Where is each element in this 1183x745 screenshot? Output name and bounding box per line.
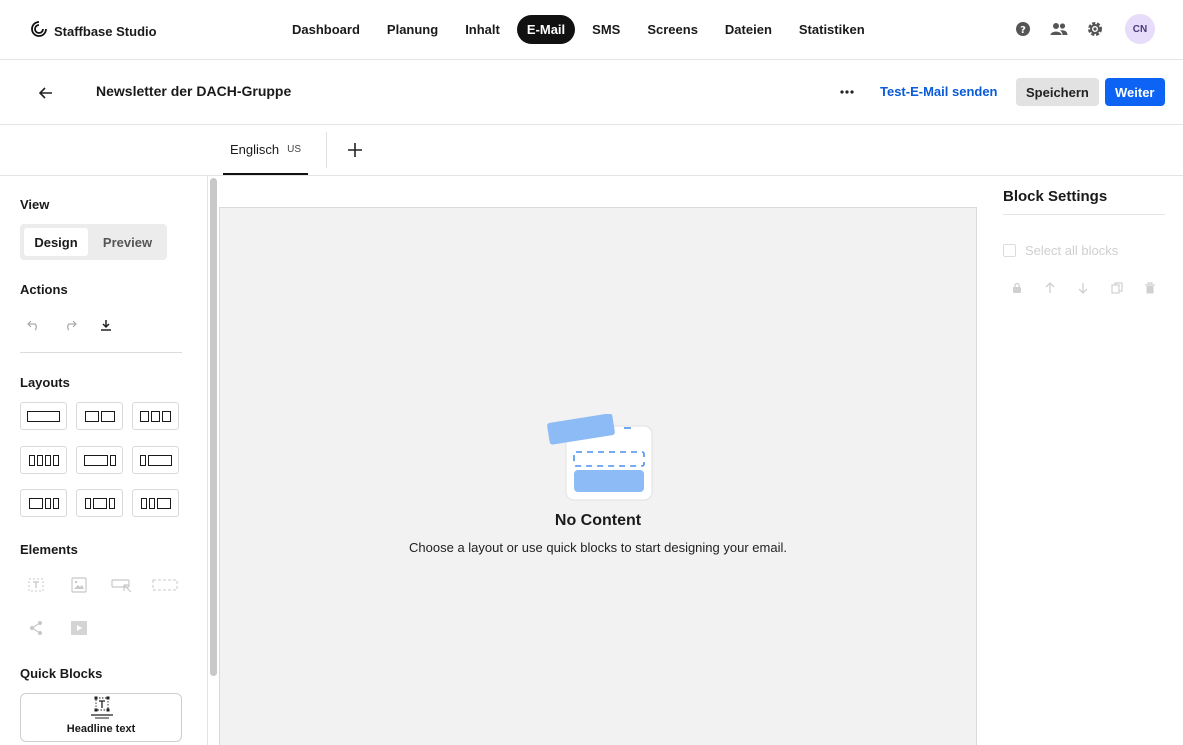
actions-heading: Actions [20,282,68,297]
staffbase-logo-icon [30,20,48,43]
add-language-plus-icon[interactable] [344,139,366,161]
layouts-heading: Layouts [20,375,70,390]
email-canvas[interactable]: No Content Choose a layout or use quick … [219,207,977,745]
brand[interactable]: Staffbase Studio [30,20,157,43]
language-name: Englisch [230,141,280,157]
layout-one-column[interactable] [20,402,67,430]
page-title: Newsletter der DACH-Gruppe [96,83,292,99]
users-icon[interactable] [1049,19,1069,39]
delete-icon[interactable] [1140,278,1160,298]
brand-name: Staffbase Studio [54,24,157,39]
move-down-icon[interactable] [1073,278,1093,298]
layout-two-narrow-wide[interactable] [132,489,179,517]
nav-utilities: ? CN [1013,14,1155,44]
spacer-element-icon[interactable] [152,574,178,596]
layout-narrow-wide[interactable] [132,446,179,474]
next-button[interactable]: Weiter [1105,78,1165,106]
tab-language-english[interactable]: Englisch US [223,125,308,175]
svg-text:?: ? [1020,25,1026,36]
nav-item-screens[interactable]: Screens [637,15,708,44]
layout-four-columns[interactable] [20,446,67,474]
empty-state-description: Choose a layout or use quick blocks to s… [409,540,787,555]
lock-icon[interactable] [1007,278,1027,298]
download-icon[interactable] [96,315,116,335]
gear-icon[interactable] [1085,19,1105,39]
nav-item-planung[interactable]: Planung [377,15,448,44]
view-toggle: Design Preview [20,224,167,260]
social-element-icon[interactable] [23,617,49,639]
headline-text-icon [89,696,115,720]
layout-two-columns[interactable] [76,402,123,430]
help-icon[interactable]: ? [1013,19,1033,39]
nav-item-inhalt[interactable]: Inhalt [455,15,510,44]
view-preview-option[interactable]: Preview [92,228,163,256]
nav-item-sms[interactable]: SMS [582,15,630,44]
layout-narrow-wide-narrow[interactable] [76,489,123,517]
text-element-icon[interactable] [23,574,49,596]
empty-content-illustration [546,413,656,510]
select-all-blocks[interactable]: Select all blocks [1003,243,1118,258]
empty-state-title: No Content [554,512,642,529]
editor-header: Newsletter der DACH-Gruppe Test-E-Mail s… [0,60,1183,125]
select-all-checkbox[interactable] [1003,244,1016,257]
nav-item-statistiken[interactable]: Statistiken [789,15,875,44]
quick-blocks-heading: Quick Blocks [20,666,103,681]
image-element-icon[interactable] [66,574,92,596]
divider [1003,214,1165,215]
main-nav: Dashboard Planung Inhalt E-Mail SMS Scre… [282,15,882,44]
top-navigation: Staffbase Studio Dashboard Planung Inhal… [0,0,1183,60]
block-settings-title: Block Settings [1003,188,1108,205]
view-heading: View [20,197,50,212]
undo-icon[interactable] [24,315,44,335]
back-arrow-icon[interactable] [36,83,56,103]
tools-sidebar: View Design Preview Actions Layouts Elem… [0,176,208,745]
quick-block-label: Headline text [66,723,136,735]
nav-item-email[interactable]: E-Mail [516,15,576,44]
save-button[interactable]: Speichern [1016,78,1099,106]
layout-wide-narrow[interactable] [76,446,123,474]
video-element-icon[interactable] [66,617,92,639]
language-code: US [287,143,302,155]
redo-icon[interactable] [60,315,80,335]
quick-block-headline-text[interactable]: Headline text [20,693,182,742]
elements-heading: Elements [20,542,78,557]
layout-three-columns[interactable] [132,402,179,430]
nav-item-dateien[interactable]: Dateien [715,15,782,44]
block-settings-panel: Block Settings Select all blocks [1003,176,1165,745]
sidebar-scrollbar[interactable] [210,178,217,676]
move-up-icon[interactable] [1040,278,1060,298]
divider [326,132,327,168]
more-options-icon[interactable] [836,82,858,102]
button-element-icon[interactable] [109,574,135,596]
select-all-label: Select all blocks [1025,243,1119,258]
view-design-option[interactable]: Design [24,228,88,256]
send-test-email-button[interactable]: Test-E-Mail senden [880,84,998,99]
nav-item-dashboard[interactable]: Dashboard [282,15,370,44]
divider [20,352,182,353]
avatar[interactable]: CN [1125,14,1155,44]
duplicate-icon[interactable] [1107,278,1127,298]
layout-wide-two-narrow[interactable] [20,489,67,517]
language-tabs: Englisch US [0,125,1183,176]
